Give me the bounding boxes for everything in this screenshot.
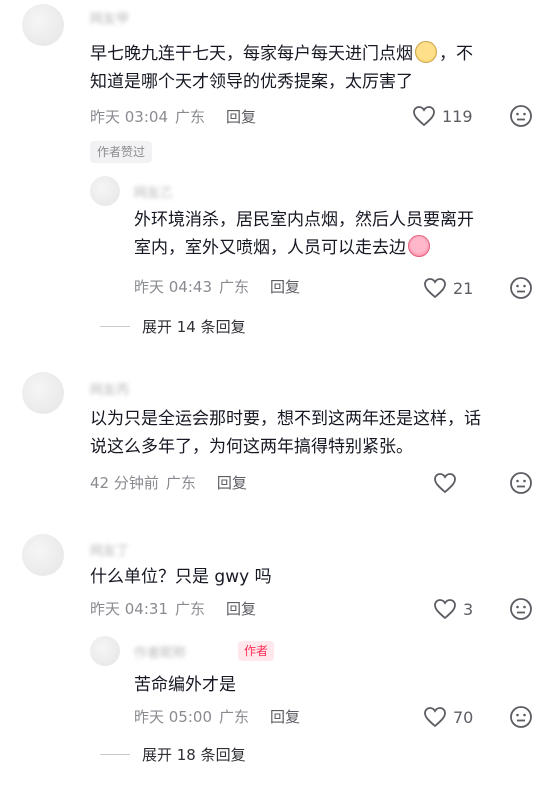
comment-meta: 42 分钟前 广东 回复 [90, 472, 247, 493]
timestamp: 昨天 05:00 [134, 708, 212, 726]
like-button[interactable]: 119 [412, 105, 473, 127]
neutral-face-icon [510, 277, 532, 299]
neutral-face-icon [510, 105, 532, 127]
username[interactable]: 网友丙 [90, 379, 129, 398]
divider-line [100, 326, 130, 327]
comment-text: 早七晚九连干七天，每家每户每天进门点烟 ，不 知道是哪个天才领导的优秀提案，太厉害… [90, 40, 473, 96]
like-button[interactable]: 70 [423, 706, 473, 728]
like-button[interactable]: 21 [423, 277, 473, 299]
author-liked-badge: 作者赞过 [90, 141, 153, 163]
heart-icon [434, 473, 456, 494]
username[interactable]: 网友乙 [134, 182, 173, 201]
username[interactable]: 网友甲 [90, 8, 129, 27]
expand-replies-button[interactable]: 展开 18 条回复 [100, 744, 246, 765]
location: 广东 [219, 278, 250, 296]
heart-icon [424, 278, 446, 299]
author-tag: 作者 [238, 641, 275, 661]
comment-meta: 昨天 04:31 广东 回复 [90, 598, 256, 619]
like-count: 119 [442, 106, 473, 126]
reply-button[interactable]: 回复 [270, 276, 300, 297]
location: 广东 [165, 474, 196, 492]
heart-icon [434, 599, 456, 620]
location: 广东 [175, 600, 206, 618]
like-count: 21 [453, 278, 474, 298]
timestamp: 昨天 04:43 [134, 278, 212, 296]
neutral-face-icon [510, 598, 532, 620]
heart-icon [413, 106, 435, 127]
avatar[interactable] [22, 372, 64, 414]
comment-text: 苦命编外才是 [134, 675, 236, 695]
comment-text: 外环境消杀，居民室内点烟，然后人员要离开 室内，室外又喷烟，人员可以走去边 [134, 210, 474, 258]
avatar[interactable] [90, 176, 120, 206]
neutral-face-icon [510, 472, 532, 494]
heart-icon [424, 707, 446, 728]
comment-meta: 昨天 04:43 广东 回复 [134, 276, 300, 297]
expand-replies-label: 展开 14 条回复 [142, 318, 246, 336]
reply-button[interactable]: 回复 [226, 106, 256, 127]
crying-emoji-icon [408, 235, 430, 257]
dislike-emoji-button[interactable] [509, 471, 533, 499]
like-count: 3 [463, 599, 474, 619]
comment-text: 以为只是全运会那时要，想不到这两年还是这样，话 说这么多年了，为何这两年搞得特别… [90, 409, 481, 457]
dislike-emoji-button[interactable] [509, 705, 533, 733]
dislike-emoji-button[interactable] [509, 276, 533, 304]
timestamp: 昨天 04:31 [90, 600, 168, 618]
divider-line [100, 754, 130, 755]
avatar[interactable] [90, 636, 120, 666]
comment-meta: 昨天 05:00 广东 回复 [134, 706, 300, 727]
dislike-emoji-button[interactable] [509, 597, 533, 625]
location: 广东 [219, 708, 250, 726]
like-button[interactable] [433, 472, 457, 494]
smirk-emoji-icon [415, 41, 437, 63]
reply-button[interactable]: 回复 [270, 706, 300, 727]
neutral-face-icon [510, 706, 532, 728]
expand-replies-button[interactable]: 展开 14 条回复 [100, 316, 246, 337]
timestamp: 昨天 03:04 [90, 108, 168, 126]
username[interactable]: 网友丁 [90, 540, 129, 559]
expand-replies-label: 展开 18 条回复 [142, 746, 246, 764]
comment-meta: 昨天 03:04 广东 回复 [90, 106, 256, 127]
dislike-emoji-button[interactable] [509, 104, 533, 132]
timestamp: 42 分钟前 [90, 474, 159, 492]
comment-text: 什么单位？只是 gwy 吗 [90, 567, 272, 587]
location: 广东 [175, 108, 206, 126]
avatar[interactable] [22, 534, 64, 576]
reply-button[interactable]: 回复 [217, 472, 247, 493]
like-button[interactable]: 3 [433, 598, 473, 620]
username[interactable]: 作者昵称 [134, 642, 186, 661]
like-count: 70 [453, 707, 474, 727]
reply-button[interactable]: 回复 [226, 598, 256, 619]
avatar[interactable] [22, 4, 64, 46]
